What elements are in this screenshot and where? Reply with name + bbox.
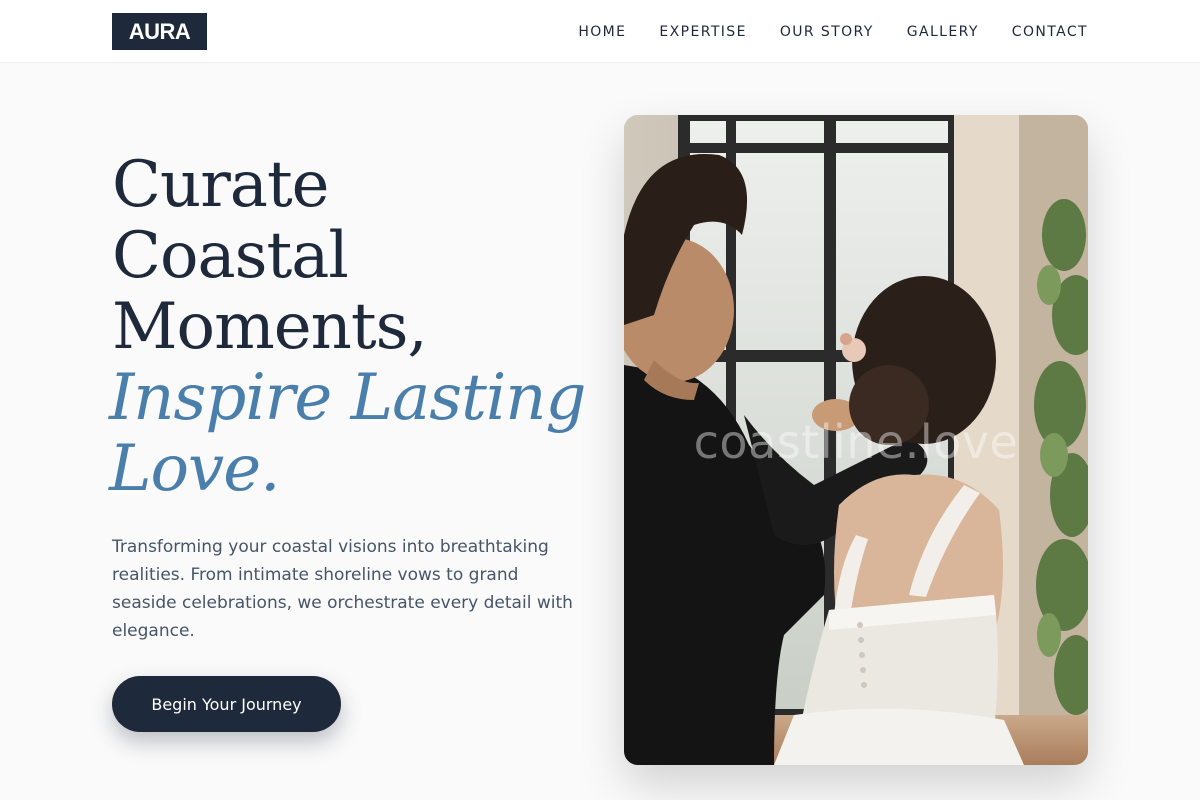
site-header: AURA HOME EXPERTISE OUR STORY GALLERY CO… [0, 0, 1200, 63]
nav-contact[interactable]: CONTACT [1012, 24, 1088, 40]
headline-accent-2: Love. [109, 432, 280, 506]
nav-home[interactable]: HOME [578, 24, 626, 40]
begin-journey-button[interactable]: Begin Your Journey [112, 676, 341, 732]
main-nav: HOME EXPERTISE OUR STORY GALLERY CONTACT [578, 0, 1088, 63]
headline-line-2: Coastal [112, 219, 349, 293]
nav-gallery[interactable]: GALLERY [907, 24, 979, 40]
hero-text: Curate Coastal Moments, Inspire Lasting … [109, 148, 592, 506]
hero-photo: coastline.love [624, 115, 1088, 765]
headline-line-1: Curate [112, 148, 330, 222]
hero-description: Transforming your coastal visions into b… [112, 537, 573, 641]
logo[interactable]: AURA [112, 13, 207, 50]
nav-our-story[interactable]: OUR STORY [780, 24, 874, 40]
wedding-photo-illustration [624, 115, 1088, 765]
headline-accent-1: Inspire Lasting [109, 361, 586, 435]
hero-headline: Curate Coastal Moments, Inspire Lasting … [109, 148, 592, 506]
headline-line-3: Moments, [112, 290, 428, 364]
nav-expertise[interactable]: EXPERTISE [659, 24, 746, 40]
